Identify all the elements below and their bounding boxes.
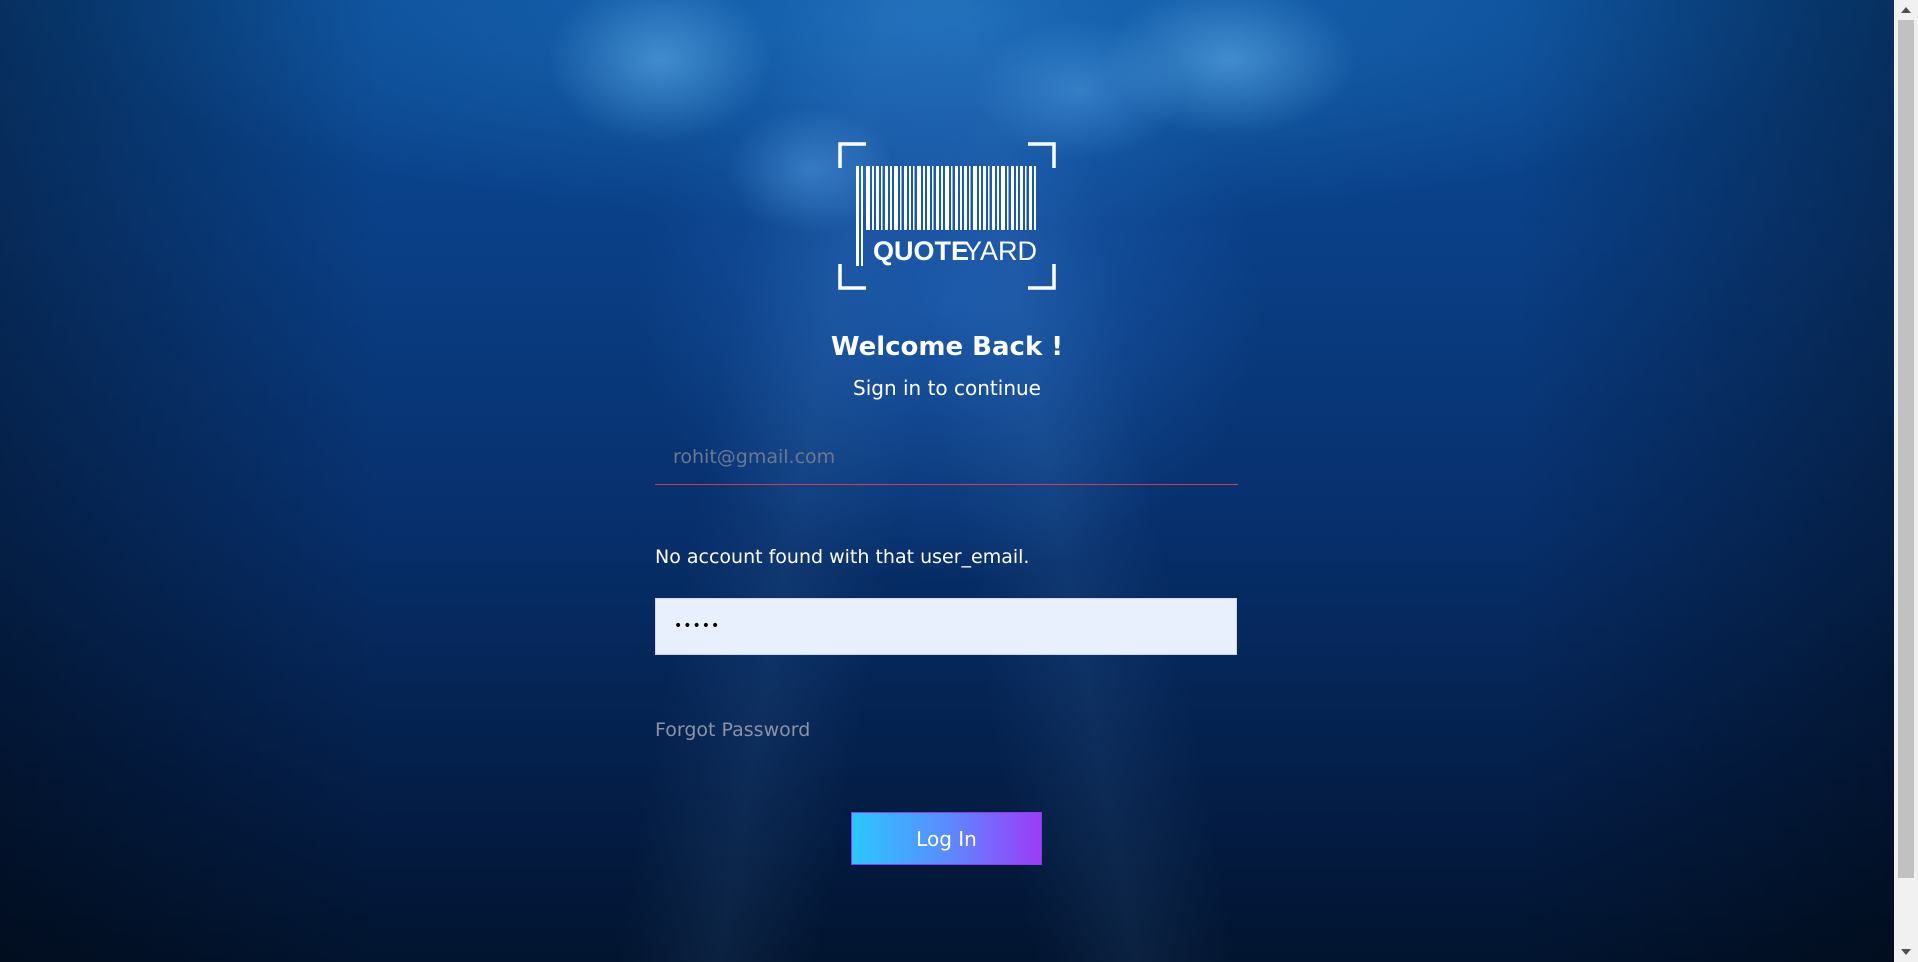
logo-word-yard: YARD: [964, 236, 1037, 266]
scroll-up-icon[interactable]: [1894, 0, 1918, 20]
login-page: QUOTE YARD Welcome Back ! Sign in to con…: [0, 0, 1894, 962]
page-title: Welcome Back !: [830, 332, 1064, 362]
email-field-container: [655, 430, 1238, 485]
scrollbar-thumb[interactable]: [1898, 20, 1914, 878]
password-field[interactable]: •••••: [655, 598, 1237, 655]
quoteyard-logo: QUOTE YARD: [838, 142, 1056, 290]
page-subtitle: Sign in to continue: [853, 376, 1041, 400]
login-button[interactable]: Log In: [851, 812, 1042, 865]
email-field[interactable]: [655, 430, 1238, 484]
login-button-label: Log In: [916, 826, 977, 851]
scroll-down-icon[interactable]: [1894, 942, 1918, 962]
email-error-message: No account found with that user_email.: [655, 546, 1030, 568]
vertical-scrollbar[interactable]: [1894, 0, 1918, 962]
forgot-password-link[interactable]: Forgot Password: [655, 719, 810, 741]
logo-word-quote: QUOTE: [873, 236, 969, 266]
